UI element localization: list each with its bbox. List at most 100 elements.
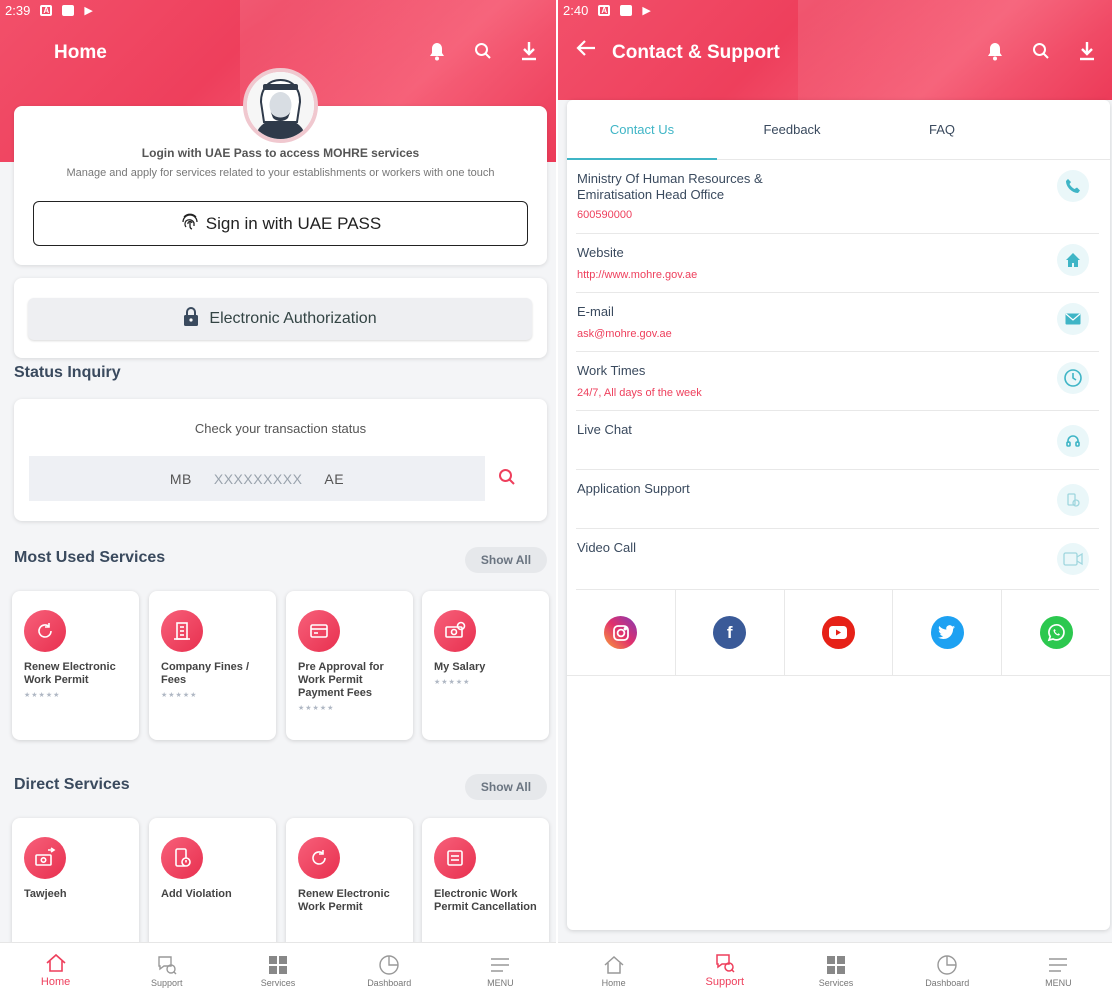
clock-icon: [1057, 362, 1089, 394]
bell-icon[interactable]: [428, 40, 446, 62]
tab-faq[interactable]: FAQ: [867, 100, 1017, 159]
mail-icon[interactable]: [1057, 303, 1089, 335]
contact-row-website[interactable]: Website http://www.mohre.gov.ae: [576, 234, 1099, 293]
back-arrow-icon[interactable]: [576, 38, 596, 64]
support-tabs: Contact Us Feedback FAQ: [567, 100, 1110, 160]
facebook-icon: f: [713, 616, 747, 649]
contact-row-application-support[interactable]: Application Support: [576, 470, 1099, 529]
salary-money-icon: [434, 610, 476, 652]
contact-row-live-chat[interactable]: Live Chat: [576, 411, 1099, 470]
nav-label: Support: [151, 978, 183, 988]
home-icon[interactable]: [1057, 244, 1089, 276]
status-bar: 2:39 A ▶: [0, 0, 556, 20]
contact-label: Work Times: [577, 363, 646, 378]
contact-row-email[interactable]: E-mail ask@mohre.gov.ae: [576, 293, 1099, 352]
nav-label: Home: [40, 976, 71, 988]
contact-label: Live Chat: [577, 422, 632, 437]
nav-label: Dashboard: [925, 978, 970, 988]
service-name: Pre Approval for Work Permit Payment Fee…: [298, 661, 384, 699]
service-name: Renew Electronic Work Permit: [298, 888, 390, 913]
direct-services-title: Direct Services: [14, 776, 130, 793]
service-card-tawjeeh[interactable]: Tawjeeh: [12, 818, 139, 958]
service-name: Renew Electronic Work Permit: [24, 661, 116, 686]
transaction-prefix: MB: [169, 470, 192, 487]
search-icon[interactable]: [1032, 40, 1050, 62]
nav-dashboard[interactable]: Dashboard: [892, 943, 1003, 992]
direct-services-show-all-button[interactable]: Show All: [465, 774, 547, 800]
transaction-number-input[interactable]: MB XXXXXXXXX AE: [29, 456, 485, 501]
bottom-navigation: Home Support Services Dashboard MENU: [0, 942, 556, 992]
service-card-my-salary[interactable]: My Salary ★★★★★: [422, 591, 549, 740]
service-card-work-permit-cancellation[interactable]: Electronic Work Permit Cancellation: [422, 818, 549, 958]
social-links: f: [567, 590, 1110, 676]
nav-label: Support: [705, 976, 745, 988]
social-whatsapp[interactable]: [1002, 590, 1110, 675]
tab-feedback[interactable]: Feedback: [717, 100, 867, 159]
rating-stars: ★★★★★: [24, 692, 61, 699]
menu-icon: [1047, 952, 1069, 978]
nav-menu[interactable]: MENU: [445, 943, 556, 992]
contact-label: E-mail: [577, 304, 614, 319]
payment-card-icon: [298, 610, 340, 652]
contact-value[interactable]: ask@mohre.gov.ae: [577, 328, 672, 340]
search-icon[interactable]: [474, 40, 492, 62]
service-card-renew-work-permit[interactable]: Renew Electronic Work Permit: [286, 818, 413, 958]
avatar[interactable]: [243, 68, 318, 143]
service-name: Tawjeeh: [24, 888, 67, 900]
nav-menu[interactable]: MENU: [1003, 943, 1112, 992]
nav-label: Services: [818, 978, 854, 988]
tab-contact-us[interactable]: Contact Us: [567, 100, 717, 160]
contact-row-head-office[interactable]: Ministry Of Human Resources & Emiratisat…: [576, 160, 1099, 234]
contact-row-work-times: Work Times 24/7, All days of the week: [576, 352, 1099, 411]
video-call-icon[interactable]: [1057, 543, 1089, 575]
service-card-renew-work-permit[interactable]: Renew Electronic Work Permit ★★★★★: [12, 591, 139, 740]
social-twitter[interactable]: [893, 590, 1003, 675]
service-card-add-violation[interactable]: Add Violation: [149, 818, 276, 958]
uae-pass-sign-in-button[interactable]: Sign in with UAE PASS: [33, 201, 528, 246]
social-facebook[interactable]: f: [676, 590, 785, 675]
most-used-show-all-button[interactable]: Show All: [465, 547, 547, 573]
transaction-placeholder: XXXXXXXXX: [213, 470, 303, 487]
pie-chart-icon: [378, 952, 400, 978]
nav-dashboard[interactable]: Dashboard: [334, 943, 445, 992]
nav-services[interactable]: Services: [780, 943, 891, 992]
nav-home[interactable]: Home: [0, 943, 111, 992]
twitter-icon: [930, 616, 964, 649]
menu-icon: [489, 952, 511, 978]
support-icon: [156, 952, 178, 978]
home-icon: [45, 950, 67, 976]
youtube-icon: [821, 616, 855, 649]
building-fines-icon: [161, 610, 203, 652]
phone-icon[interactable]: [1057, 170, 1089, 202]
page-title: Contact & Support: [612, 42, 780, 63]
contact-row-video-call[interactable]: Video Call: [576, 529, 1099, 590]
contact-value[interactable]: http://www.mohre.gov.ae: [577, 269, 697, 281]
electronic-authorization-button[interactable]: Electronic Authorization: [28, 298, 532, 340]
login-description: Manage and apply for services related to…: [66, 167, 495, 179]
bell-icon[interactable]: [986, 40, 1004, 62]
download-icon[interactable]: [1078, 40, 1096, 62]
contact-label: Website: [577, 245, 624, 260]
nav-support[interactable]: Support: [111, 943, 222, 992]
check-status-label: Check your transaction status: [194, 421, 367, 436]
app-support-icon[interactable]: [1057, 484, 1089, 516]
electronic-authorization-label: Electronic Authorization: [209, 310, 377, 327]
social-instagram[interactable]: [567, 590, 676, 675]
nav-support[interactable]: Support: [669, 943, 780, 992]
nav-label: Dashboard: [367, 978, 412, 988]
contact-value[interactable]: 600590000: [577, 209, 632, 221]
service-card-company-fines[interactable]: Company Fines / Fees ★★★★★: [149, 591, 276, 740]
download-icon[interactable]: [520, 40, 538, 62]
nav-label: Services: [260, 978, 296, 988]
headset-icon[interactable]: [1057, 425, 1089, 457]
rating-stars: ★★★★★: [434, 679, 471, 686]
contact-panel: Contact Us Feedback FAQ Ministry Of Huma…: [567, 100, 1110, 930]
nav-home[interactable]: Home: [558, 943, 669, 992]
social-youtube[interactable]: [785, 590, 894, 675]
nav-services[interactable]: Services: [222, 943, 333, 992]
whatsapp-icon: [1039, 616, 1073, 649]
search-icon[interactable]: [498, 468, 516, 491]
notification-play-icon: ▶: [84, 4, 93, 17]
service-name: Add Violation: [161, 888, 232, 900]
service-card-pre-approval[interactable]: Pre Approval for Work Permit Payment Fee…: [286, 591, 413, 740]
